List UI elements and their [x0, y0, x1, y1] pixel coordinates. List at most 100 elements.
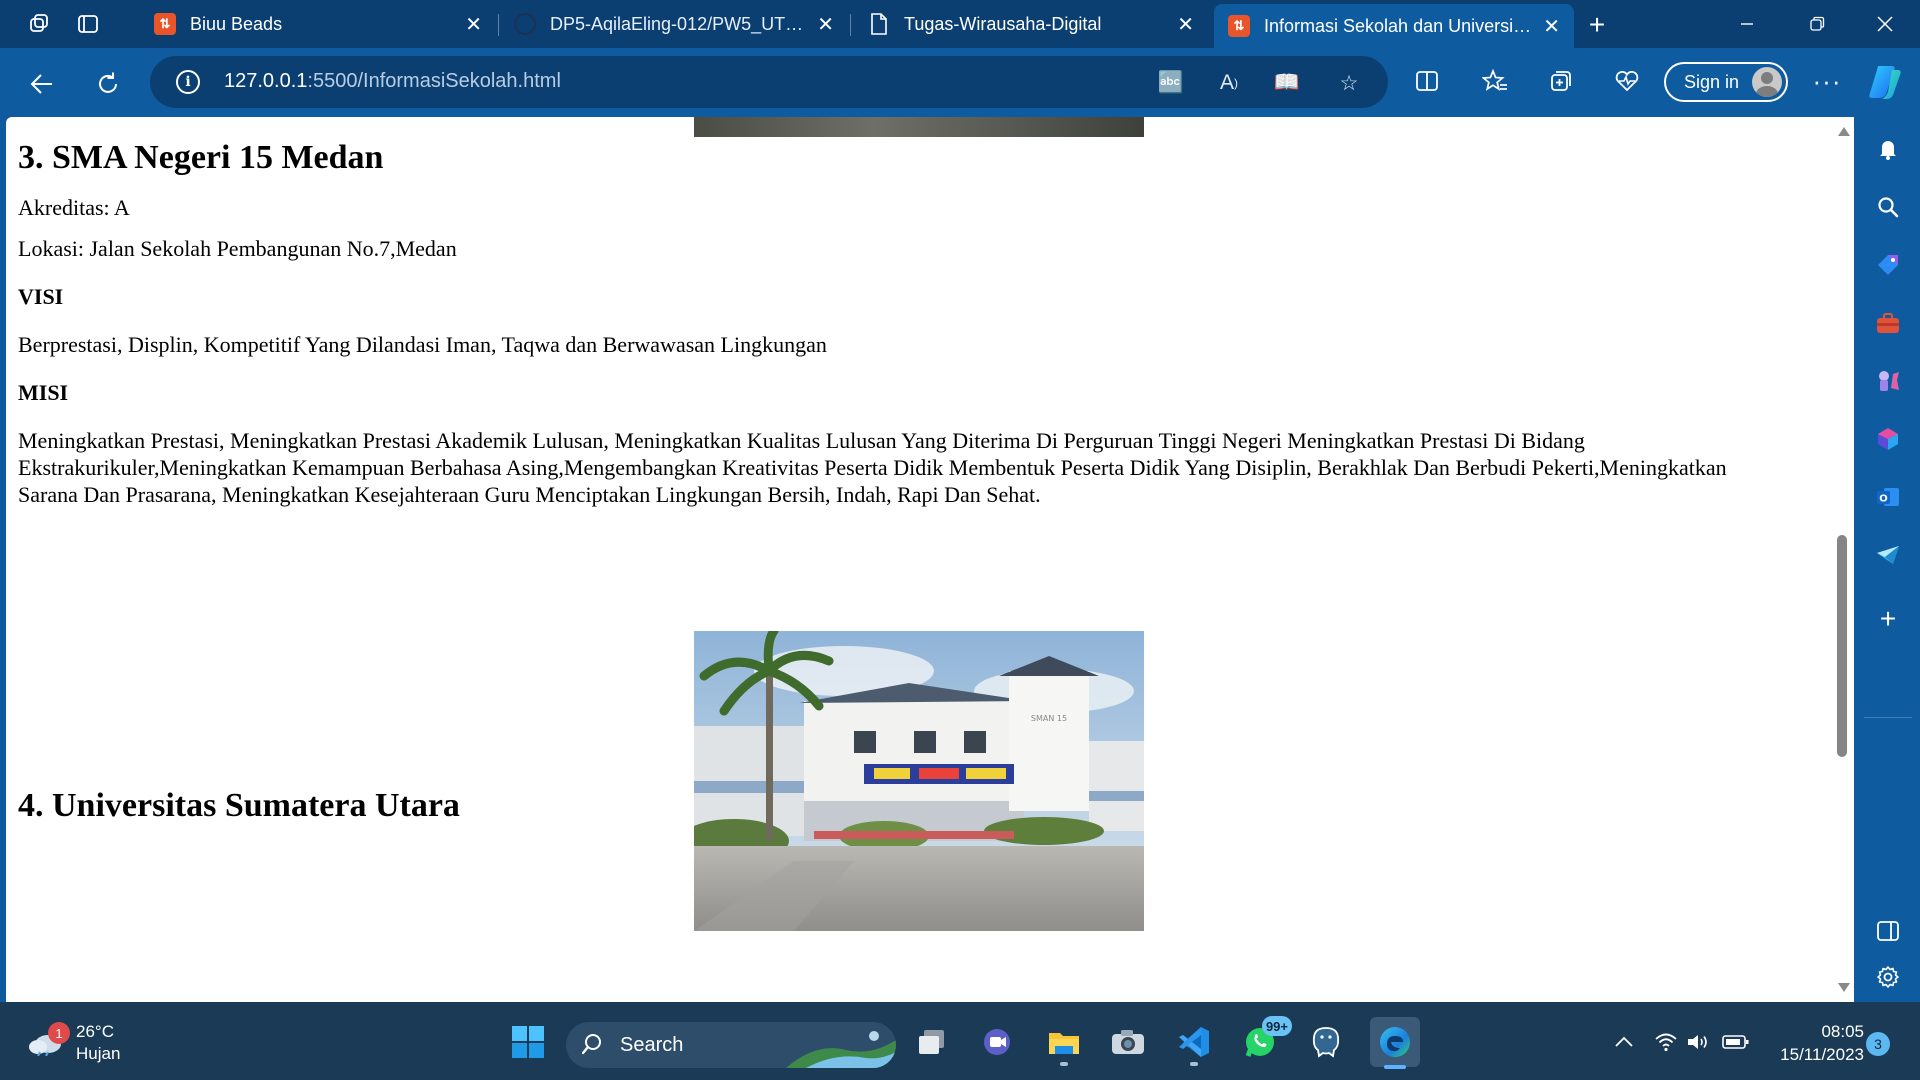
school-heading: 4. Universitas Sumatera Utara	[18, 787, 460, 824]
show-hidden-icons-chevron-icon[interactable]	[1610, 1028, 1638, 1056]
favorite-star-icon[interactable]: ☆	[1334, 68, 1364, 98]
battery-icon[interactable]	[1722, 1028, 1750, 1056]
volume-icon[interactable]	[1684, 1028, 1712, 1056]
whatsapp-icon[interactable]: 99+	[1238, 1016, 1292, 1064]
tab-actions-icon[interactable]	[64, 0, 112, 48]
clock-time: 08:05	[1821, 1022, 1864, 1041]
workspaces-icon[interactable]	[16, 0, 64, 48]
html-tab-icon: ⇅	[154, 13, 176, 35]
vertical-scrollbar[interactable]	[1834, 117, 1854, 1002]
close-icon[interactable]: ✕	[465, 12, 482, 37]
running-indicator	[1060, 1062, 1068, 1066]
tab-github[interactable]: DP5-AqilaEling-012/PW5_UTS_22 ✕	[500, 6, 848, 42]
sign-in-button[interactable]: Sign in	[1664, 62, 1788, 102]
svg-text:O: O	[1879, 494, 1888, 505]
tools-briefcase-icon[interactable]	[1872, 307, 1904, 339]
telegram-send-icon[interactable]	[1872, 539, 1904, 571]
active-indicator	[1384, 1065, 1406, 1069]
add-sidebar-app-icon[interactable]: +	[1872, 603, 1904, 635]
tab-tugas[interactable]: Tugas-Wirausaha-Digital ✕	[854, 6, 1208, 42]
taskbar-search[interactable]: Search	[566, 1022, 896, 1068]
translate-icon[interactable]: 🔤	[1156, 68, 1186, 98]
camera-icon[interactable]	[1106, 1020, 1150, 1064]
restore-button[interactable]	[1782, 0, 1852, 48]
vscode-icon[interactable]	[1172, 1020, 1216, 1066]
immersive-reader-icon[interactable]: 📖	[1272, 68, 1302, 98]
notification-count-badge[interactable]: 3	[1866, 1032, 1890, 1056]
settings-gear-icon[interactable]	[1872, 961, 1904, 993]
collections-icon[interactable]	[1544, 64, 1578, 98]
whatsapp-unread-badge: 99+	[1261, 1016, 1292, 1036]
weather-condition: Hujan	[76, 1044, 121, 1063]
url-host: 127.0.0.1	[224, 70, 308, 92]
school-building-photo: SMAN 15	[694, 631, 1144, 931]
weather-alert-badge: 1	[48, 1022, 70, 1044]
system-clock[interactable]: 08:05 15/11/2023	[1764, 1020, 1864, 1066]
page-viewport: 3. SMA Negeri 15 Medan Akreditas: A Loka…	[6, 117, 1854, 1002]
games-chess-icon[interactable]	[1872, 365, 1904, 397]
shopping-tag-icon[interactable]	[1872, 249, 1904, 281]
close-window-button[interactable]	[1850, 0, 1920, 48]
url-text[interactable]: 127.0.0.1:5500/InformasiSekolah.html	[224, 70, 561, 93]
browser-essentials-icon[interactable]	[1610, 64, 1644, 98]
edge-sidebar: O +	[1856, 117, 1920, 1002]
minimize-button[interactable]	[1712, 0, 1782, 48]
meet-video-icon[interactable]	[976, 1020, 1020, 1064]
favorites-icon[interactable]	[1478, 64, 1512, 98]
visi-heading: VISI	[18, 284, 64, 309]
more-options-icon[interactable]: ···	[1810, 64, 1844, 98]
tab-title: Informasi Sekolah dan Universitas	[1264, 15, 1534, 36]
lokasi-text: Lokasi: Jalan Sekolah Pembangunan No.7,M…	[18, 236, 457, 261]
misi-heading: MISI	[18, 380, 69, 405]
copilot-icon[interactable]	[1864, 62, 1906, 102]
misi-text: Meningkatkan Prestasi, Meningkatkan Pres…	[18, 428, 1727, 507]
edge-browser-icon[interactable]	[1370, 1017, 1420, 1069]
close-icon[interactable]: ✕	[1177, 12, 1194, 37]
site-info-icon[interactable]: i	[176, 70, 200, 94]
weather-temperature: 26°C	[76, 1022, 114, 1041]
search-icon[interactable]	[1872, 191, 1904, 223]
windows-taskbar: 1 26°C Hujan Search 99+ 08:05 15/11/2023…	[0, 1002, 1920, 1080]
previous-school-photo	[694, 117, 1144, 137]
address-bar[interactable]: i 127.0.0.1:5500/InformasiSekolah.html 🔤…	[150, 56, 1388, 108]
microsoft-365-icon[interactable]	[1872, 423, 1904, 455]
school-heading: 3. SMA Negeri 15 Medan	[18, 139, 384, 176]
search-label: Search	[620, 1034, 684, 1056]
back-button[interactable]	[22, 64, 62, 104]
hide-sidebar-icon[interactable]	[1872, 915, 1904, 947]
html-tab-icon: ⇅	[1228, 15, 1250, 37]
tab-title: Biuu Beads	[190, 13, 283, 34]
windows-start-icon[interactable]	[506, 1020, 550, 1064]
outlook-icon[interactable]: O	[1872, 481, 1904, 513]
file-explorer-icon[interactable]	[1042, 1020, 1086, 1066]
running-indicator	[1190, 1062, 1198, 1066]
tab-biuu-beads[interactable]: ⇅ Biuu Beads ✕	[140, 6, 496, 42]
read-aloud-icon[interactable]: A)	[1214, 68, 1244, 98]
sidebar-divider	[1864, 717, 1912, 718]
new-tab-button[interactable]: +	[1582, 9, 1612, 40]
tab-separator	[498, 14, 499, 36]
scroll-up-arrow-icon[interactable]	[1838, 127, 1850, 136]
tab-title: DP5-AqilaEling-012/PW5_UTS_22	[550, 13, 808, 34]
url-path: :5500/InformasiSekolah.html	[307, 70, 561, 92]
refresh-button[interactable]	[88, 64, 128, 104]
split-screen-icon[interactable]	[1410, 64, 1444, 98]
navigation-bar: i 127.0.0.1:5500/InformasiSekolah.html 🔤…	[0, 48, 1920, 116]
weather-widget[interactable]: 1 26°C Hujan	[24, 1020, 154, 1066]
wifi-icon[interactable]	[1652, 1028, 1680, 1056]
building-sign-text: SMAN 15	[1031, 714, 1067, 723]
scrollbar-thumb[interactable]	[1837, 535, 1847, 757]
search-icon	[582, 1034, 601, 1055]
search-highlight-image	[786, 1031, 896, 1068]
postgresql-icon[interactable]	[1304, 1020, 1348, 1064]
close-icon[interactable]: ✕	[817, 12, 834, 37]
task-view-icon[interactable]	[910, 1020, 954, 1064]
akreditas-text: Akreditas: A	[18, 195, 130, 220]
github-tab-icon	[514, 13, 536, 35]
close-icon[interactable]: ✕	[1543, 14, 1560, 39]
tab-informasi-sekolah[interactable]: ⇅ Informasi Sekolah dan Universitas ✕	[1214, 4, 1574, 48]
scroll-down-arrow-icon[interactable]	[1838, 983, 1850, 992]
avatar	[1752, 67, 1782, 97]
tab-separator	[850, 14, 851, 36]
notifications-bell-icon[interactable]	[1872, 133, 1904, 165]
